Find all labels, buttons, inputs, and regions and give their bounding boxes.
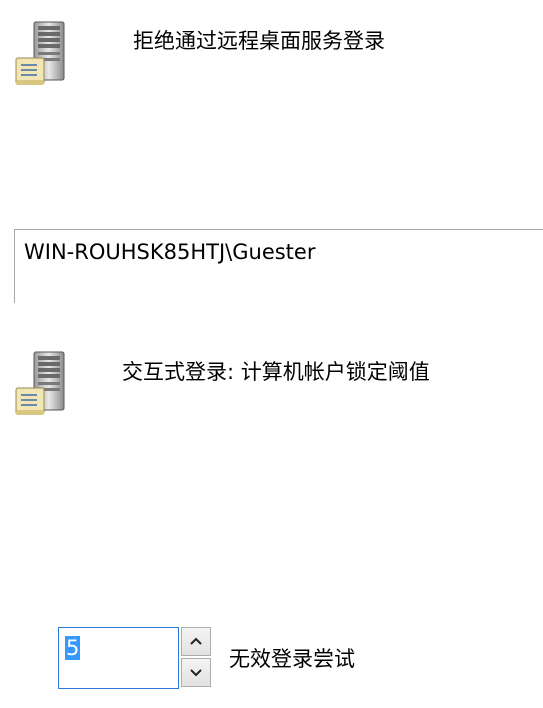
user-list-box[interactable]: WIN-ROUHSK85HTJ\Guester — [14, 229, 543, 303]
spinner-down-button[interactable] — [181, 658, 211, 687]
chevron-up-icon — [190, 637, 202, 645]
user-list-item[interactable]: WIN-ROUHSK85HTJ\Guester — [24, 238, 315, 266]
lockout-threshold-input[interactable]: 5 — [58, 627, 179, 689]
server-policy-icon — [12, 18, 76, 90]
lockout-threshold-value[interactable]: 5 — [65, 636, 81, 660]
server-policy-icon — [12, 348, 76, 420]
policy-title-remote-desktop-deny: 拒绝通过远程桌面服务登录 — [133, 29, 385, 53]
spinner-up-button[interactable] — [181, 627, 211, 656]
policy-title-lockout-threshold: 交互式登录: 计算机帐户锁定阈值 — [122, 360, 430, 384]
chevron-down-icon — [190, 669, 202, 677]
lockout-threshold-label: 无效登录尝试 — [229, 647, 355, 671]
